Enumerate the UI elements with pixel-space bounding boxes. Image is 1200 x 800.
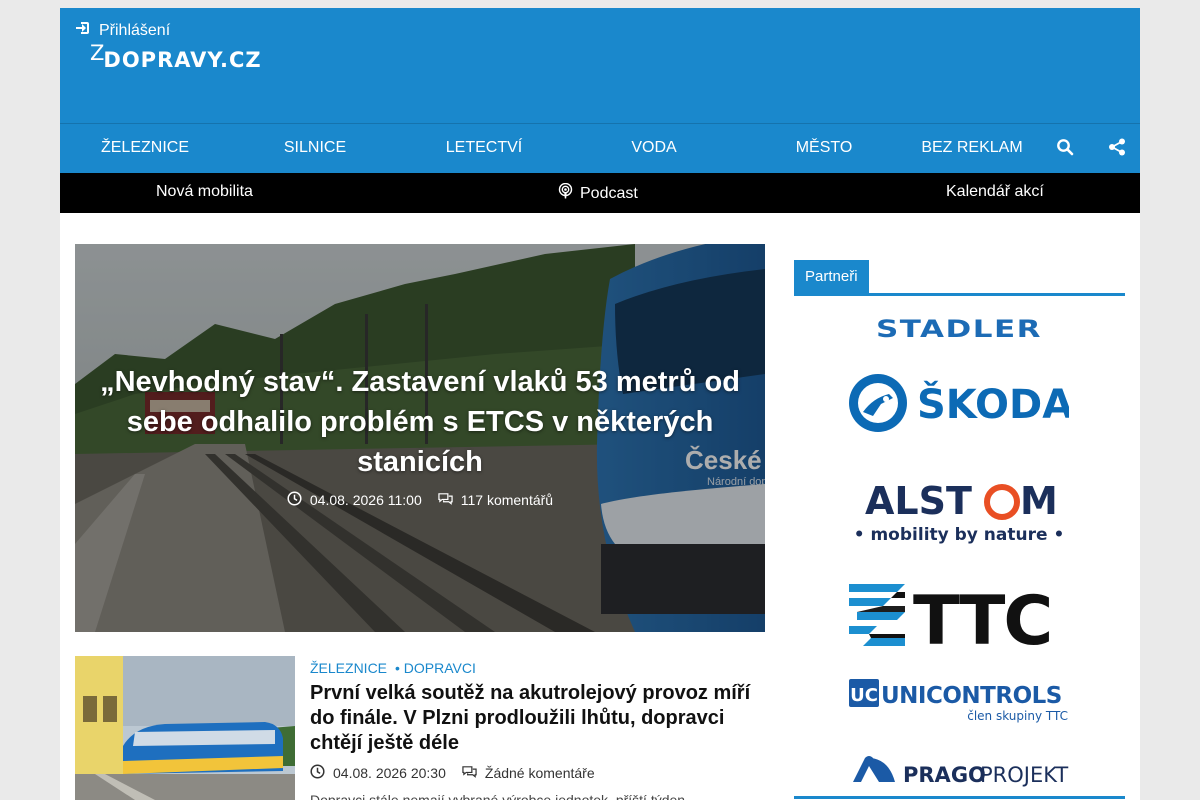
nav-item-mesto[interactable]: MĚSTO: [759, 139, 889, 157]
svg-text:UC: UC: [850, 685, 878, 706]
secondary-nav: Nová mobilita Podcast Kalendář akcí: [60, 173, 1140, 213]
login-label: Přihlášení: [99, 21, 171, 39]
category-zeleznice[interactable]: ŽELEZNICE: [310, 660, 387, 676]
page: Přihlášení ZDOPRAVY.CZ ŽELEZNICE SILNICE…: [60, 8, 1140, 800]
login-link[interactable]: Přihlášení: [75, 20, 170, 41]
comments-icon: [462, 764, 477, 782]
subnav-item-nova-mobilita[interactable]: Nová mobilita: [156, 183, 253, 201]
skoda-logo[interactable]: ŠKODA: [849, 372, 1069, 438]
nav-item-letectvi[interactable]: LETECTVÍ: [419, 139, 549, 157]
clock-icon: [310, 764, 325, 782]
hero-meta: 04.08. 2026 11:00 117 komentářů: [75, 491, 765, 509]
article-comments: Žádné komentáře: [484, 765, 595, 781]
partners-sidebar: Partneři STADLER ŠKODA ALST M • mobility…: [794, 260, 1125, 799]
article-date: 04.08. 2026 20:30: [333, 765, 446, 781]
search-icon[interactable]: [1056, 138, 1076, 158]
site-logo[interactable]: ZDOPRAVY.CZ: [90, 41, 262, 72]
svg-text:ŠKODA: ŠKODA: [917, 380, 1069, 428]
article-categories: ŽELEZNICE • DOPRAVCI: [310, 660, 476, 676]
subnav-label: Kalendář akcí: [946, 183, 1044, 200]
alstom-logo[interactable]: ALST M • mobility by nature •: [849, 476, 1069, 546]
subnav-item-podcast[interactable]: Podcast: [558, 182, 638, 204]
site-header: Přihlášení ZDOPRAVY.CZ: [60, 8, 1140, 123]
svg-text:PRAGO: PRAGO: [903, 763, 986, 787]
svg-text:ALST: ALST: [865, 479, 972, 523]
partners-bottom-divider: [794, 796, 1125, 799]
article-meta: 04.08. 2026 20:30 Žádné komentáře: [310, 764, 595, 782]
share-icon[interactable]: [1108, 138, 1128, 158]
svg-text:M: M: [1020, 479, 1058, 523]
hero-comments: 117 komentářů: [460, 492, 554, 508]
hero-title[interactable]: „Nevhodný stav“. Zastavení vlaků 53 metr…: [95, 362, 745, 482]
svg-text:UNICONTROLS: UNICONTROLS: [881, 683, 1062, 709]
subnav-item-kalendar-akci[interactable]: Kalendář akcí: [946, 183, 1044, 201]
article-thumbnail[interactable]: [75, 656, 295, 800]
main-nav: ŽELEZNICE SILNICE LETECTVÍ VODA MĚSTO BE…: [60, 123, 1140, 173]
svg-text:• mobility by nature •: • mobility by nature •: [854, 525, 1065, 545]
sign-in-icon: [75, 20, 91, 41]
logo-text: DOPRAVY.CZ: [103, 48, 262, 72]
subnav-label: Nová mobilita: [156, 183, 253, 200]
category-dopravci[interactable]: • DOPRAVCI: [395, 660, 476, 676]
podcast-icon: [558, 182, 573, 204]
article-excerpt: Dopravci stále nemají vybrané výrobce je…: [310, 792, 697, 800]
article-comments-link[interactable]: Žádné komentáře: [462, 764, 595, 782]
nav-item-bez-reklam[interactable]: BEZ REKLAM: [912, 139, 1032, 157]
logo-mark: Z: [90, 41, 106, 65]
nav-item-voda[interactable]: VODA: [589, 139, 719, 157]
comments-icon: [438, 491, 453, 509]
svg-text:TTC: TTC: [913, 584, 1051, 646]
nav-item-silnice[interactable]: SILNICE: [250, 139, 380, 157]
article-date-wrap: 04.08. 2026 20:30: [310, 764, 446, 782]
stadler-logo[interactable]: STADLER: [849, 312, 1069, 342]
svg-text:STADLER: STADLER: [876, 314, 1042, 342]
article-title[interactable]: První velká soutěž na akutrolejový provo…: [310, 681, 770, 756]
svg-text:člen skupiny TTC: člen skupiny TTC: [967, 709, 1068, 723]
hero-comments-link[interactable]: 117 komentářů: [438, 491, 553, 509]
article-photo: [75, 656, 295, 800]
unicontrols-logo[interactable]: UC UNICONTROLS člen skupiny TTC: [849, 678, 1069, 724]
svg-text:PROJEKT: PROJEKT: [980, 763, 1068, 787]
hero-date-wrap: 04.08. 2026 11:00: [287, 491, 422, 509]
partners-tab[interactable]: Partneři: [794, 260, 869, 294]
clock-icon: [287, 491, 302, 509]
ttc-logo[interactable]: TTC: [849, 584, 1069, 646]
hero-article[interactable]: České Národní dop „Nevhodný stav“. Zasta…: [75, 244, 765, 632]
hero-date: 04.08. 2026 11:00: [309, 492, 422, 508]
pragoprojekt-logo[interactable]: PRAGO PROJEKT: [849, 754, 1069, 788]
subnav-label: Podcast: [580, 184, 638, 202]
nav-item-zeleznice[interactable]: ŽELEZNICE: [80, 139, 210, 157]
